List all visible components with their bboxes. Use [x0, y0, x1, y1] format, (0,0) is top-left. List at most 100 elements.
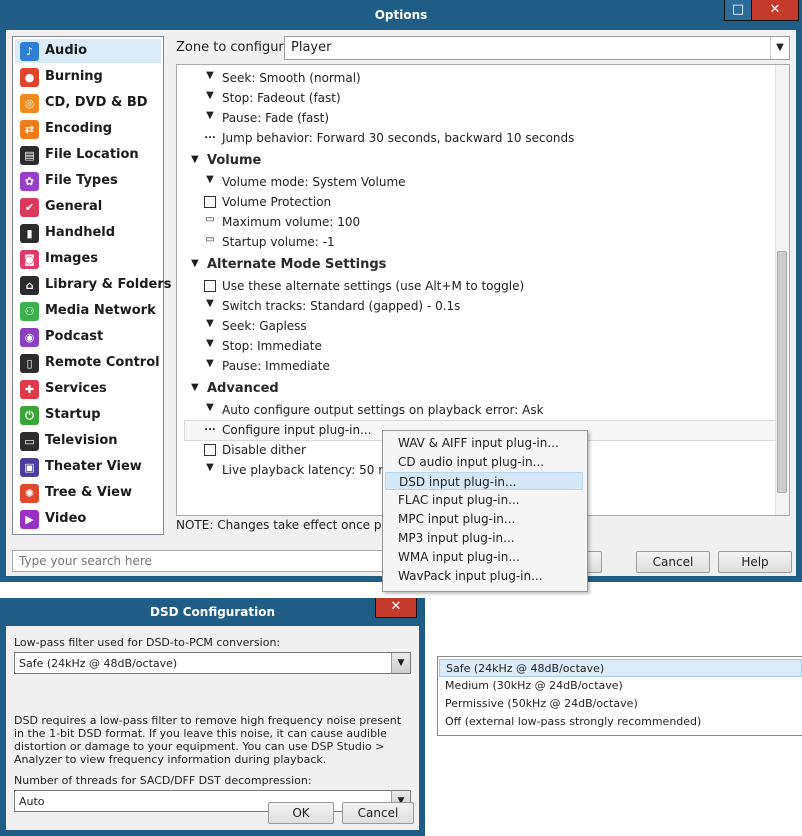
- scrollbar-thumb[interactable]: [777, 251, 787, 493]
- filter-option[interactable]: Safe (24kHz @ 48dB/octave): [439, 659, 802, 677]
- menu-item[interactable]: WAV & AIFF input plug-in...: [385, 434, 583, 452]
- setting-text: Maximum volume: 100: [222, 215, 361, 229]
- cancel-button[interactable]: Cancel: [636, 551, 710, 573]
- setting-text: Auto configure output settings on playba…: [222, 403, 544, 417]
- category-item[interactable]: ▤ File Location: [15, 143, 161, 167]
- category-label: Encoding: [45, 121, 113, 136]
- category-item[interactable]: ▯ Remote Control: [15, 351, 161, 375]
- category-label: General: [45, 199, 103, 214]
- menu-item[interactable]: WMA input plug-in...: [385, 548, 583, 566]
- chevron-down-icon: ▼: [206, 358, 214, 369]
- chevron-down-icon: ▼: [206, 318, 214, 329]
- category-item[interactable]: ✚ Services: [15, 377, 161, 401]
- setting-text: Pause: Fade (fast): [222, 111, 330, 125]
- chevron-down-icon[interactable]: ▼: [770, 37, 789, 59]
- menu-item-label: WAV & AIFF input plug-in...: [398, 436, 559, 450]
- category-item[interactable]: ▣ Theater View: [15, 455, 161, 479]
- general-icon: ✔: [20, 198, 39, 217]
- dsd-close-button[interactable]: ✕: [375, 598, 417, 618]
- category-label: File Location: [45, 147, 139, 162]
- theater-view-icon: ▣: [20, 458, 39, 477]
- menu-item[interactable]: MPC input plug-in...: [385, 510, 583, 528]
- category-label: CD, DVD & BD: [45, 95, 148, 110]
- filter-option[interactable]: Medium (30kHz @ 24dB/octave): [439, 677, 802, 695]
- dsd-cancel-button[interactable]: Cancel: [342, 802, 414, 824]
- television-icon: ▭: [20, 432, 39, 451]
- section-title: Advanced: [207, 381, 279, 396]
- encoding-icon: ⇄: [20, 120, 39, 139]
- checkbox[interactable]: [204, 278, 216, 295]
- menu-item[interactable]: CD audio input plug-in...: [385, 453, 583, 471]
- menu-item[interactable]: WavPack input plug-in...: [385, 567, 583, 585]
- category-item[interactable]: ⇄ Encoding: [15, 117, 161, 141]
- filter-select[interactable]: Safe (24kHz @ 48dB/octave) ▼: [14, 652, 411, 674]
- menu-item[interactable]: MP3 input plug-in...: [385, 529, 583, 547]
- setting-text: Use these alternate settings (use Alt+M …: [222, 279, 525, 293]
- dsd-dialog-title: DSD Configuration: [149, 605, 275, 619]
- setting-text: Pause: Immediate: [222, 359, 330, 373]
- setting-text: Volume Protection: [222, 195, 332, 209]
- note-text: NOTE: Changes take effect once playba: [176, 518, 415, 532]
- category-label: Services: [45, 381, 107, 396]
- podcast-icon: ◉: [20, 328, 39, 347]
- chevron-down-icon: ▼: [206, 110, 214, 121]
- close-button[interactable]: ✕: [751, 0, 799, 21]
- category-item[interactable]: ✔ General: [15, 195, 161, 219]
- setting-text: Jump behavior: Forward 30 seconds, backw…: [222, 131, 575, 145]
- category-item[interactable]: ⚇ Media Network: [15, 299, 161, 323]
- dsd-client: Low-pass filter used for DSD-to-PCM conv…: [6, 626, 419, 830]
- checkbox[interactable]: [204, 442, 216, 459]
- dsd-ok-button[interactable]: OK: [268, 802, 334, 824]
- chevron-down-icon: ▼: [206, 70, 214, 81]
- menu-item-label: MP3 input plug-in...: [398, 531, 515, 545]
- category-item[interactable]: ▶ Video: [15, 507, 161, 531]
- category-item[interactable]: ✿ File Types: [15, 169, 161, 193]
- chevron-down-icon[interactable]: ▼: [391, 653, 410, 673]
- category-item[interactable]: ⌂ Library & Folders: [15, 273, 172, 297]
- menu-item-label: WMA input plug-in...: [398, 550, 520, 564]
- category-item[interactable]: ♪ Audio: [15, 39, 161, 63]
- category-item[interactable]: ◙ Images: [15, 247, 161, 271]
- category-item[interactable]: ▭ Television: [15, 429, 161, 453]
- category-label: Library & Folders: [45, 277, 172, 292]
- collapse-icon[interactable]: ▼: [191, 154, 199, 165]
- category-item[interactable]: ● Burning: [15, 65, 161, 89]
- handheld-icon: ▮: [20, 224, 39, 243]
- category-item[interactable]: ⏻ Startup: [15, 403, 161, 427]
- threads-label: Number of threads for SACD/DFF DST decom…: [14, 774, 312, 787]
- setting-text: Seek: Smooth (normal): [222, 71, 361, 85]
- search-input[interactable]: [12, 550, 392, 572]
- category-item[interactable]: ◉ Podcast: [15, 325, 161, 349]
- filter-option-label: Medium (30kHz @ 24dB/octave): [445, 679, 623, 692]
- filter-option-label: Safe (24kHz @ 48dB/octave): [446, 662, 605, 675]
- options-title: Options: [374, 8, 428, 22]
- chevron-down-icon: ▼: [206, 338, 214, 349]
- category-item[interactable]: ◎ CD, DVD & BD: [15, 91, 161, 115]
- menu-item[interactable]: FLAC input plug-in...: [385, 491, 583, 509]
- filter-option[interactable]: Permissive (50kHz @ 24dB/octave): [439, 695, 802, 713]
- zone-value: Player: [291, 40, 332, 55]
- slider-icon: ▭: [205, 214, 215, 225]
- music-note-icon: ♪: [20, 42, 39, 61]
- collapse-icon[interactable]: ▼: [191, 382, 199, 393]
- filter-description: DSD requires a low-pass filter to remove…: [14, 714, 402, 766]
- file-location-icon: ▤: [20, 146, 39, 165]
- category-label: Remote Control: [45, 355, 160, 370]
- maximize-button[interactable]: □: [724, 0, 752, 21]
- zone-select[interactable]: Player ▼: [284, 36, 790, 60]
- ellipsis-icon: ...: [204, 130, 216, 141]
- help-button[interactable]: Help: [718, 551, 792, 573]
- category-item[interactable]: ▮ Handheld: [15, 221, 161, 245]
- filter-option[interactable]: Off (external low-pass strongly recommen…: [439, 713, 802, 731]
- category-label: Tree & View: [45, 485, 132, 500]
- collapse-icon[interactable]: ▼: [191, 258, 199, 269]
- category-item[interactable]: ✺ Tree & View: [15, 481, 161, 505]
- checkbox[interactable]: [204, 194, 216, 211]
- category-label: Podcast: [45, 329, 104, 344]
- menu-item[interactable]: DSD input plug-in...: [385, 472, 583, 490]
- menu-item-label: MPC input plug-in...: [398, 512, 516, 526]
- filter-label: Low-pass filter used for DSD-to-PCM conv…: [14, 636, 281, 649]
- chevron-down-icon: ▼: [206, 402, 214, 413]
- chevron-down-icon: ▼: [206, 462, 214, 473]
- chevron-down-icon: ▼: [206, 174, 214, 185]
